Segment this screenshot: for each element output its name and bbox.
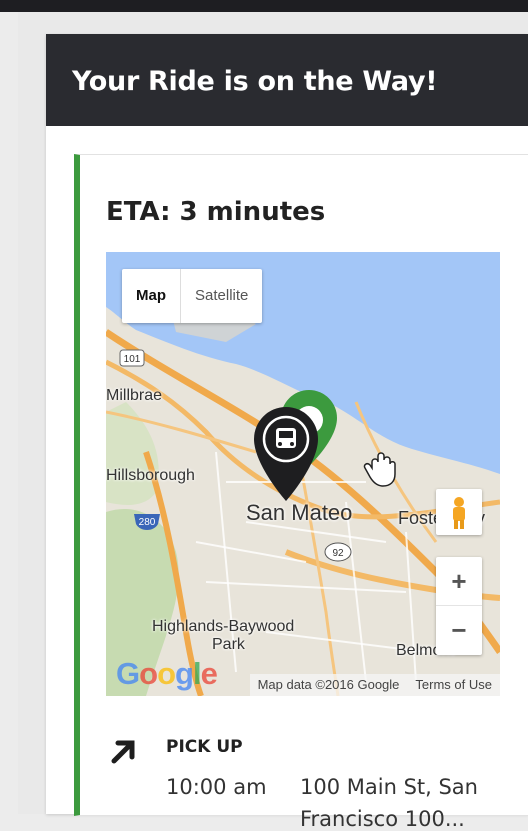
map-type-map-button[interactable]: Map [122, 269, 181, 323]
hand-cursor-icon [363, 452, 396, 487]
arrow-up-right-icon [111, 740, 135, 764]
pickup-marker[interactable] [254, 407, 318, 501]
place-label-millbrae: Millbrae [106, 387, 163, 404]
map-type-control: Map Satellite [122, 269, 263, 323]
svg-text:92: 92 [332, 548, 344, 559]
map-type-satellite-button[interactable]: Satellite [181, 269, 262, 323]
place-label-highlands-baywood: Highlands-Baywood [152, 618, 295, 635]
pickup-address: 100 Main St, San [300, 775, 478, 799]
zoom-out-button[interactable]: − [436, 606, 482, 654]
map-attribution: Map data ©2016 Google Terms of Use [249, 674, 500, 696]
place-label-park: Park [212, 636, 245, 653]
place-label-hillsborough: Hillsborough [106, 467, 195, 484]
browser-top-strip [0, 0, 528, 12]
place-label-san-mateo: San Mateo [246, 500, 353, 525]
pickup-time: 10:00 am [166, 775, 267, 799]
ride-card: ETA: 3 minutes 101 280 92 Map Satellite … [74, 154, 528, 831]
highway-101-shield: 101 [119, 349, 145, 367]
pickup-title: PICK UP [166, 737, 243, 757]
page-title: Your Ride is on the Way! [72, 66, 438, 97]
pegman-icon [453, 497, 465, 529]
google-logo: Google [116, 656, 218, 691]
map-view[interactable]: 101 280 92 Map Satellite Millbrae Hillsb… [106, 252, 500, 696]
panel-header: Your Ride is on the Way! [46, 34, 528, 126]
zoom-in-button[interactable]: + [436, 557, 482, 606]
pickup-address-line-2: Francisco 100... [300, 807, 465, 831]
ride-status-panel: Your Ride is on the Way! ETA: 3 minutes [46, 34, 528, 831]
map-data-credit: Map data ©2016 Google [257, 677, 400, 692]
terms-of-use-link[interactable]: Terms of Use [415, 677, 492, 692]
page-background: Your Ride is on the Way! ETA: 3 minutes [18, 12, 528, 831]
map-footer: Google Map data ©2016 Google Terms of Use [106, 656, 500, 696]
zoom-control: + − [436, 557, 482, 655]
svg-text:280: 280 [139, 517, 156, 528]
street-view-pegman[interactable] [436, 489, 482, 535]
eta-label: ETA: 3 minutes [106, 197, 326, 227]
highway-92-shield: 92 [324, 542, 352, 562]
bus-icon [276, 428, 296, 448]
svg-text:101: 101 [124, 354, 141, 365]
